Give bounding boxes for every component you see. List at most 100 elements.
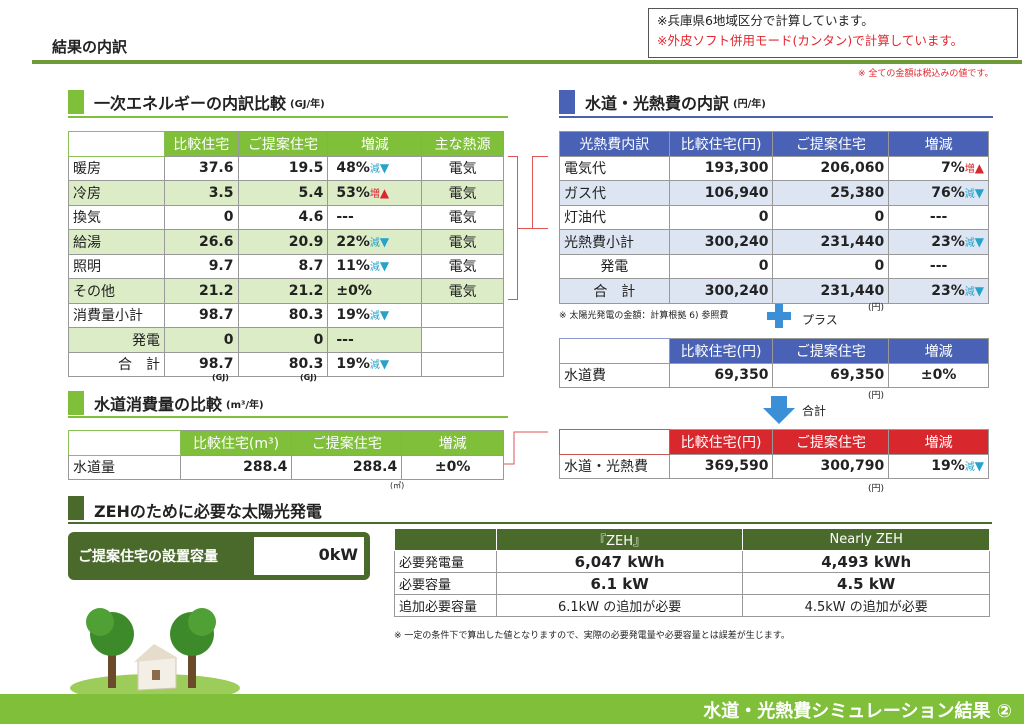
energy-section-bar [68, 90, 84, 114]
totalcost-yen-unit: (円) [868, 484, 885, 494]
totalcost-label: 水道・光熱費 [559, 453, 670, 479]
zeh-capacity-label: ご提案住宅の設置容量 [78, 549, 218, 565]
zeh-row-value-nearly: 4,493 kWh [742, 550, 990, 573]
zeh-capacity-value: 0kW [254, 537, 364, 575]
energy-head-source: 主な熱源 [421, 131, 504, 157]
energy-row: その他 21.2 21.2 ±0% 電気 [68, 278, 504, 304]
cost-row-change: 7%増▲ [888, 155, 989, 181]
energy-row-change: 22%減▼ [327, 229, 423, 255]
cost-row-label: ガス代 [559, 180, 670, 206]
down-triangle-icon: ▼ [379, 259, 390, 274]
zeh-row-label: 必要発電量 [394, 550, 497, 573]
cost-bracket-mid [532, 228, 548, 229]
zeh-head-nearly: Nearly ZEH [742, 528, 990, 551]
plus-label: プラス [802, 313, 838, 327]
zeh-row-label: 追加必要容量 [394, 594, 497, 617]
watercost-yen-unit: (円) [868, 391, 885, 401]
energy-gj-unit-a: (GJ) [212, 373, 229, 382]
cost-unit: (円/年) [733, 98, 766, 110]
cost-head-proposal: ご提案住宅 [772, 131, 890, 157]
cost-row-pct: 7% [940, 160, 965, 177]
cost-row: 電気代 193,300 206,060 7%増▲ [559, 155, 989, 181]
calc-note-box: ※兵庫県6地域区分で計算しています。 ※外皮ソフト併用モード(カンタン)で計算し… [648, 8, 1018, 58]
up-triangle-icon: ▲ [379, 185, 390, 200]
down-triangle-icon: ▼ [974, 234, 984, 249]
cost-head-label: 光熱費内訳 [559, 131, 670, 157]
watercost-head-compare: 比較住宅(円) [668, 338, 774, 364]
water-connector [504, 428, 548, 468]
watercost-compare: 69,350 [668, 362, 774, 388]
energy-row-compare: 9.7 [163, 253, 239, 279]
energy-unit: (GJ/年) [290, 98, 325, 110]
cost-bracket-top [532, 156, 548, 228]
watercost-head-proposal: ご提案住宅 [772, 338, 890, 364]
cost-row-change: 76%減▼ [888, 180, 989, 206]
energy-row-dir: 減 [369, 360, 380, 372]
energy-row-source: 電気 [421, 204, 504, 230]
watercost-change: ±0% [888, 362, 989, 388]
totalcost-change-pct: 19% [931, 458, 965, 475]
energy-row-compare: 0 [163, 204, 239, 230]
house-trees-illustration [70, 608, 240, 698]
energy-underline [68, 116, 508, 118]
water-table: 比較住宅(m³) ご提案住宅 増減 水道量 288.4 288.4 ±0% [68, 430, 504, 480]
totalcost-head-blank [559, 429, 670, 455]
cost-row-pct: 23% [931, 282, 965, 299]
energy-row-label: 照明 [68, 253, 165, 279]
water-section-bar [68, 391, 84, 415]
zeh-row-value-zeh: 6.1kW の追加が必要 [495, 594, 744, 617]
cost-row: 灯油代 0 0 --- [559, 204, 989, 230]
energy-row-source [421, 327, 504, 353]
totalcost-proposal: 300,790 [772, 453, 890, 479]
water-row-compare: 288.4 [179, 454, 293, 480]
energy-head-compare: 比較住宅 [163, 131, 239, 157]
cost-head-compare: 比較住宅(円) [668, 131, 774, 157]
energy-row-proposal: 8.7 [237, 253, 329, 279]
water-m3-unit: (㎥) [390, 481, 405, 490]
cost-row-proposal: 25,380 [772, 180, 890, 206]
energy-row-label: 発電 [68, 327, 165, 353]
footer-title: 水道・光熱費シミュレーション結果 ② [703, 701, 1012, 722]
energy-row-compare: 37.6 [163, 155, 239, 181]
energy-row-change: 48%減▼ [327, 155, 423, 181]
energy-row: 消費量小計 98.7 80.3 19%減▼ [68, 302, 504, 328]
totalcost-head-compare: 比較住宅(円) [668, 429, 774, 455]
water-connector-line [504, 431, 548, 465]
energy-row-label: 換気 [68, 204, 165, 230]
down-triangle-icon: ▼ [379, 161, 390, 176]
cost-row: 光熱費小計 300,240 231,440 23%減▼ [559, 229, 989, 255]
zeh-title: ZEHのために必要な太陽光発電 [94, 502, 322, 521]
totalcost-table: 比較住宅(円) ご提案住宅 増減 水道・光熱費 369,590 300,790 … [559, 429, 989, 479]
totalcost-change: 19%減▼ [888, 453, 989, 479]
cost-row-dir: 増 [964, 164, 975, 176]
water-head-proposal: ご提案住宅 [291, 430, 403, 456]
energy-row-source: 電気 [421, 180, 504, 206]
watercost-proposal: 69,350 [772, 362, 890, 388]
energy-row-proposal: 80.3 [237, 302, 329, 328]
cost-row-change: --- [888, 204, 989, 230]
zeh-row-value-zeh: 6,047 kWh [495, 550, 744, 573]
energy-row: 給湯 26.6 20.9 22%減▼ 電気 [68, 229, 504, 255]
energy-row-label: 冷房 [68, 180, 165, 206]
energy-row-dir: 減 [369, 311, 380, 323]
water-row-change: ±0% [401, 454, 504, 480]
water-underline [68, 416, 508, 418]
down-triangle-icon: ▼ [974, 283, 984, 298]
cost-yen-unit: (円) [868, 303, 885, 313]
cost-row-compare: 193,300 [668, 155, 774, 181]
energy-row-source [421, 351, 504, 377]
energy-row-change: 11%減▼ [327, 253, 423, 279]
down-triangle-icon: ▼ [974, 185, 984, 200]
energy-row-pct: 48% [336, 160, 370, 177]
energy-row-change: 53%増▲ [327, 180, 423, 206]
energy-table: 比較住宅 ご提案住宅 増減 主な熱源 暖房 37.6 19.5 48%減▼ 電気 冷房 3.… [68, 131, 504, 377]
cost-row-label: 電気代 [559, 155, 670, 181]
calc-note-mode: ※外皮ソフト併用モード(カンタン)で計算しています。 [657, 33, 964, 48]
zeh-underline [68, 522, 992, 524]
total-label: 合計 [802, 404, 827, 418]
energy-row-change: --- [327, 204, 423, 230]
energy-row-dir: 減 [369, 237, 380, 249]
water-head-change: 増減 [401, 430, 504, 456]
energy-head-blank [68, 131, 165, 157]
energy-gj-unit-b: (GJ) [300, 373, 317, 382]
